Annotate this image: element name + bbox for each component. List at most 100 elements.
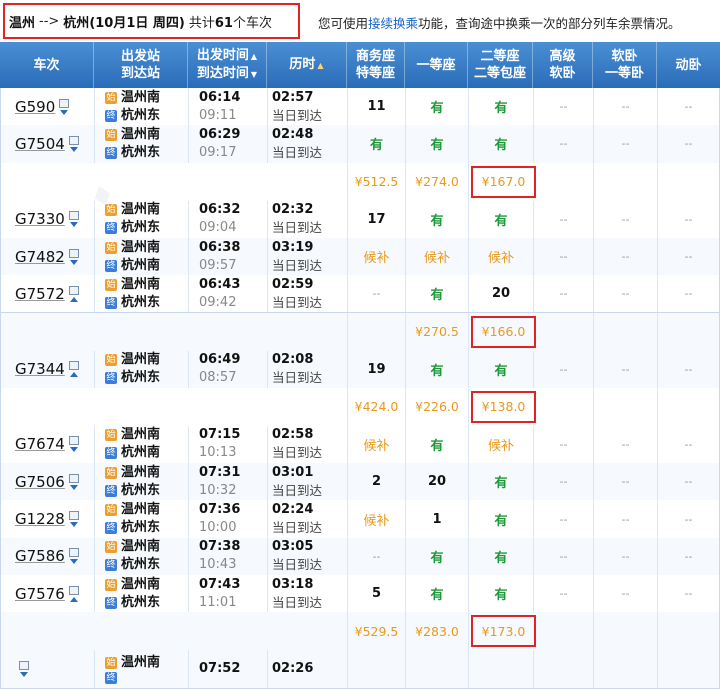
duration-cell: 03:19 当日到达	[268, 237, 348, 276]
sort-up-icon[interactable]: ▲	[317, 61, 323, 70]
seat-cell[interactable]: 有	[469, 350, 534, 388]
duration-value: 02:26	[272, 660, 314, 676]
transfer-link[interactable]: 接续换乘	[368, 16, 418, 31]
seat-cell[interactable]: 有	[469, 575, 534, 613]
train-number-link[interactable]: G1228	[15, 510, 65, 528]
train-number-link[interactable]: G7330	[15, 210, 65, 228]
timetable-icon[interactable]	[68, 436, 79, 446]
sort-down-icon[interactable]: ▼	[251, 70, 257, 79]
seat-cell	[658, 650, 719, 687]
seat-cell: --	[658, 575, 719, 612]
collapse-icon[interactable]	[69, 596, 78, 602]
seat-cell[interactable]: 有	[406, 125, 469, 163]
price-cell	[658, 388, 719, 426]
expand-icon[interactable]	[69, 484, 78, 490]
train-cell: G7586	[1, 537, 95, 575]
duration-value: 02:24	[272, 502, 314, 518]
seat-cell[interactable]: 有	[406, 537, 469, 575]
expand-icon[interactable]	[69, 522, 78, 528]
train-number-link[interactable]: G7674	[15, 435, 65, 453]
seat-cell[interactable]: 20	[469, 275, 534, 313]
seat-cell[interactable]: 有	[469, 463, 534, 501]
train-number-link[interactable]: G7506	[15, 473, 65, 491]
seat-cell[interactable]: 20	[406, 463, 469, 501]
seat-cell[interactable]: 有	[469, 500, 534, 538]
seat-availability: --	[559, 437, 568, 451]
train-icons	[68, 473, 79, 490]
seat-cell[interactable]: 2	[348, 463, 406, 501]
expand-icon[interactable]	[20, 671, 28, 677]
timetable-icon[interactable]	[68, 511, 79, 521]
timetable-icon[interactable]	[68, 211, 79, 221]
from-station: 始温州南	[105, 501, 160, 519]
seat-cell[interactable]: 有	[469, 537, 534, 575]
seat-cell[interactable]: 候补	[348, 237, 406, 276]
timetable-icon[interactable]	[19, 660, 29, 670]
seat-cell[interactable]: 候补	[348, 425, 406, 464]
collapse-icon[interactable]	[69, 296, 78, 302]
timetable-icon[interactable]	[59, 98, 70, 108]
train-number-link[interactable]: G590	[15, 98, 55, 116]
expand-icon[interactable]	[69, 146, 78, 152]
timetable-icon[interactable]	[68, 248, 79, 258]
expand-icon[interactable]	[69, 447, 78, 453]
price-cell	[534, 612, 594, 651]
seat-cell[interactable]: 有	[406, 88, 469, 126]
seat-cell[interactable]: 11	[348, 88, 406, 126]
to-station-label: 杭州东	[121, 482, 161, 498]
col-stations[interactable]: 出发站 到达站	[94, 42, 188, 88]
table-row: 始温州南终 07:52 02:26	[0, 650, 720, 689]
train-cell: G7330	[1, 200, 95, 238]
train-number-link[interactable]: G7344	[15, 360, 65, 378]
col-duration[interactable]: 历时 ▲	[267, 42, 347, 88]
seat-cell[interactable]: 有	[469, 125, 534, 163]
train-number-link[interactable]: G7576	[15, 585, 65, 603]
seat-cell[interactable]: 19	[348, 350, 406, 388]
sort-up-icon[interactable]: ▲	[251, 52, 257, 61]
times-cell: 06:29 09:17	[189, 125, 268, 163]
expand-icon[interactable]	[69, 559, 78, 565]
timetable-icon[interactable]	[68, 585, 79, 595]
seat-cell[interactable]: 候补	[348, 500, 406, 538]
end-badge-icon: 终	[105, 559, 117, 572]
timetable-icon[interactable]	[68, 361, 79, 371]
train-number-link[interactable]: G7586	[15, 547, 65, 565]
train-number-link[interactable]: G7482	[15, 248, 65, 266]
seat-cell[interactable]: 1	[406, 500, 469, 538]
expand-icon[interactable]	[60, 109, 69, 115]
timetable-icon[interactable]	[68, 285, 79, 295]
col-train[interactable]: 车次	[0, 42, 94, 88]
to-station-label: 杭州南	[121, 445, 161, 461]
timetable-icon[interactable]	[68, 548, 79, 558]
expand-icon[interactable]	[69, 259, 78, 265]
timetable-icon[interactable]	[68, 473, 79, 483]
query-bar: 温州 --> 杭州 (10月1日 周四) 共计61个车次 您可使用接续换乘功能，…	[0, 0, 720, 42]
seat-cell[interactable]: 有	[406, 200, 469, 238]
duration-note: 当日到达	[272, 482, 323, 498]
seat-cell[interactable]: 有	[406, 575, 469, 613]
duration-note: 当日到达	[272, 294, 323, 310]
collapse-icon[interactable]	[69, 372, 78, 378]
seat-cell[interactable]: 17	[348, 200, 406, 238]
seat-cell[interactable]: 有	[406, 350, 469, 388]
from-station: 始温州南	[105, 576, 160, 594]
seat-cell[interactable]: 候补	[469, 237, 534, 276]
seat-availability: 有	[430, 138, 444, 154]
seat-cell[interactable]: 候补	[406, 237, 469, 276]
col-times[interactable]: 出发时间 ▲ 到达时间 ▼	[188, 42, 267, 88]
expand-icon[interactable]	[69, 222, 78, 228]
seat-cell[interactable]: 有	[348, 125, 406, 163]
seat-cell[interactable]: 有	[469, 200, 534, 238]
seat-cell[interactable]: 候补	[469, 425, 534, 464]
table-row: G7572 始温州南终杭州东 06:43 09:42 02:59 当日到达 -- 有 20 -- -…	[0, 275, 720, 314]
train-number-link[interactable]: G7504	[15, 135, 65, 153]
seat-cell[interactable]: 有	[469, 88, 534, 126]
seat-cell[interactable]: 5	[348, 575, 406, 613]
end-badge-icon: 终	[105, 296, 117, 309]
col-seat0-label-2: 特等座	[355, 66, 395, 81]
train-number-link[interactable]: G7572	[15, 285, 65, 303]
seat-cell[interactable]: 有	[406, 275, 469, 313]
timetable-icon[interactable]	[68, 135, 79, 145]
duration-cell: 02:26	[268, 650, 348, 688]
seat-cell[interactable]: 有	[406, 425, 469, 464]
